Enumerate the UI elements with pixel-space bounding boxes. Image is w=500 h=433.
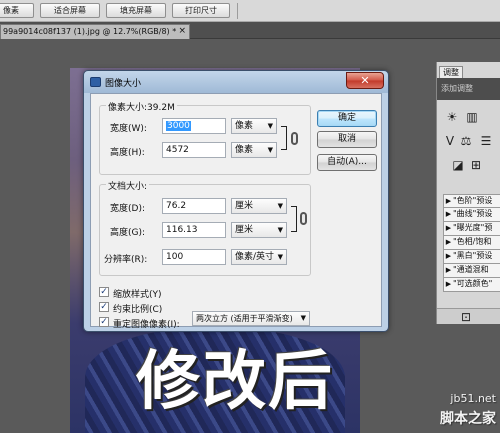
pixel-height-label: 高度(H):	[110, 148, 145, 158]
chevron-down-icon: ▼	[277, 202, 283, 210]
ok-button[interactable]: 确定	[317, 110, 377, 127]
preset-item[interactable]: ▶ "曲线"预设	[443, 208, 500, 222]
photoshop-icon	[90, 77, 101, 87]
vibrance-icon[interactable]: V	[443, 134, 457, 148]
resolution-unit-select[interactable]: 像素/英寸 ▼	[231, 249, 287, 265]
after-edit-caption: 修改后	[136, 345, 334, 419]
channel-mixer-icon[interactable]: ⊞	[469, 158, 483, 172]
pixel-dimensions-legend: 像素大小:39.2M	[106, 100, 177, 113]
watermark-name: 脚本之家	[440, 411, 496, 427]
preset-item[interactable]: ▶ "色相/饱和	[443, 236, 500, 250]
doc-height-unit-select[interactable]: 厘米 ▼	[231, 222, 287, 238]
panel-footer: ⊡	[437, 308, 500, 324]
adjustments-panel: 调整 添加调整 ☀ ▥ V ⚖ ☰ ◪ ⊞ ▶ "色阶"预设 ▶ "曲线"预设 ▶ "…	[436, 62, 500, 324]
dialog-titlebar[interactable]: 图像大小 ✕	[84, 71, 388, 93]
watermark-site: jb51.net	[450, 392, 496, 405]
preset-item[interactable]: ▶ "黑白"预设	[443, 250, 500, 264]
fit-screen-button[interactable]: 适合屏幕	[40, 3, 100, 18]
constrain-bracket	[281, 126, 287, 150]
levels-icon[interactable]: ▥	[465, 110, 479, 124]
preset-item[interactable]: ▶ "可选颜色"	[443, 278, 500, 292]
document-tab[interactable]: 99a9014c08f137 (1).jpg @ 12.7%(RGB/8) * …	[0, 24, 190, 39]
doc-width-unit-select[interactable]: 厘米 ▼	[231, 198, 287, 214]
close-icon[interactable]: ×	[178, 25, 186, 38]
preset-item[interactable]: ▶ "曝光度"预	[443, 222, 500, 236]
document-tab-bar: 99a9014c08f137 (1).jpg @ 12.7%(RGB/8) * …	[0, 22, 500, 39]
pixel-dimensions-group: 像素大小:39.2M 宽度(W): 3000 像素 ▼ 高度(H): 4572 像…	[99, 100, 311, 175]
preset-list: ▶ "色阶"预设 ▶ "曲线"预设 ▶ "曝光度"预 ▶ "色相/饱和 ▶ "黑白"预设 …	[443, 194, 500, 292]
chevron-down-icon: ▼	[277, 226, 283, 234]
resample-label: 重定图像像素(I):	[113, 320, 180, 330]
watermark: jb51.net 脚本之家	[430, 392, 500, 433]
resolution-input[interactable]: 100	[162, 249, 226, 265]
resample-checkbox[interactable]: ✓	[99, 317, 109, 327]
resolution-label: 分辨率(R):	[104, 255, 148, 265]
resample-method-select[interactable]: 两次立方 (适用于平滑渐变) ▼	[192, 311, 310, 326]
preset-item[interactable]: ▶ "色阶"预设	[443, 194, 500, 208]
doc-width-input[interactable]: 76.2	[162, 198, 226, 214]
doc-height-input[interactable]: 116.13	[162, 222, 226, 238]
chevron-down-icon: ▼	[300, 314, 306, 322]
link-chain-icon	[300, 212, 307, 225]
pixel-width-input[interactable]: 3000	[162, 118, 226, 134]
document-size-group: 文档大小: 宽度(D): 76.2 厘米 ▼ 高度(G): 116.13 厘米 ▼ …	[99, 179, 311, 276]
image-size-dialog: 图像大小 ✕ 像素大小:39.2M 宽度(W): 3000 像素 ▼ 高度(H):…	[83, 70, 389, 332]
hue-icon[interactable]: ☰	[479, 134, 493, 148]
dialog-title: 图像大小	[105, 79, 142, 89]
toolbar-divider	[237, 3, 238, 19]
auto-button[interactable]: 自动(A)...	[317, 154, 377, 171]
link-chain-icon	[291, 132, 298, 145]
options-bar: 像素 适合屏幕 填充屏幕 打印尺寸	[0, 0, 500, 22]
brightness-icon[interactable]: ☀	[445, 110, 459, 124]
dialog-body: 像素大小:39.2M 宽度(W): 3000 像素 ▼ 高度(H): 4572 像…	[90, 93, 382, 330]
adjustment-icons: ☀ ▥ V ⚖ ☰ ◪ ⊞	[443, 110, 500, 180]
bw-icon[interactable]: ◪	[451, 158, 465, 172]
constrain-proportions-checkbox[interactable]: ✓	[99, 302, 109, 312]
document-tab-title: 99a9014c08f137 (1).jpg @ 12.7%(RGB/8) *	[3, 27, 177, 36]
cancel-button[interactable]: 取消	[317, 131, 377, 148]
doc-constrain-bracket	[291, 206, 297, 232]
chevron-down-icon: ▼	[267, 146, 273, 154]
pixel-height-input[interactable]: 4572	[162, 142, 226, 158]
clip-layer-icon[interactable]: ⊡	[459, 310, 473, 324]
preset-item[interactable]: ▶ "通道混和	[443, 264, 500, 278]
doc-height-label: 高度(G):	[110, 228, 146, 238]
doc-width-label: 宽度(D):	[110, 204, 145, 214]
close-button[interactable]: ✕	[346, 72, 384, 89]
print-size-button[interactable]: 打印尺寸	[172, 3, 230, 18]
chevron-down-icon: ▼	[277, 253, 283, 261]
chevron-down-icon: ▼	[267, 122, 273, 130]
pixel-height-unit-select[interactable]: 像素 ▼	[231, 142, 277, 158]
scale-styles-checkbox[interactable]: ✓	[99, 287, 109, 297]
panel-header: 添加调整	[437, 78, 500, 100]
document-size-legend: 文档大小:	[106, 179, 150, 192]
fill-screen-button[interactable]: 填充屏幕	[106, 3, 166, 18]
constrain-proportions-label: 约束比例(C)	[113, 305, 163, 315]
panel-tab-adjustments[interactable]: 调整	[439, 66, 463, 78]
actual-pixels-button[interactable]: 像素	[0, 3, 34, 18]
pixel-width-unit-select[interactable]: 像素 ▼	[231, 118, 277, 134]
pixel-width-label: 宽度(W):	[110, 124, 147, 134]
balance-icon[interactable]: ⚖	[459, 134, 473, 148]
scale-styles-label: 缩放样式(Y)	[113, 290, 162, 300]
